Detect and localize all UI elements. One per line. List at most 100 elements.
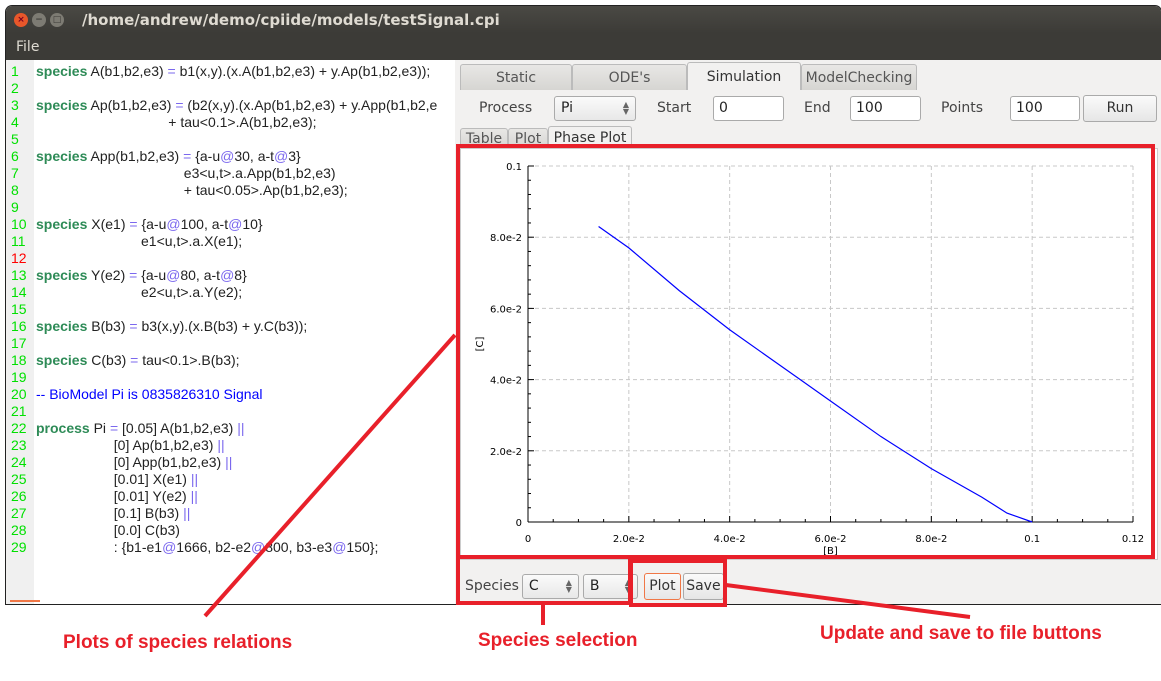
x-tick-label: 0 — [525, 534, 531, 545]
code-line[interactable]: 7 e3<u,t>.a.App(b1,b2,e3) — [8, 165, 455, 182]
tab-plot[interactable]: Plot — [508, 128, 548, 149]
end-input[interactable]: 100 — [850, 95, 921, 121]
code-line[interactable]: 20 -- BioModel Pi is 0835826310 Signal — [8, 386, 455, 403]
code-line[interactable]: 22 process Pi = [0.05] A(b1,b2,e3) || — [8, 420, 455, 437]
y-tick-label: 6.0e-2 — [490, 304, 522, 315]
minimize-window-button[interactable]: − — [32, 12, 46, 27]
code-line[interactable]: 3 species Ap(b1,b2,e3) = (b2(x,y).(x.Ap(b… — [8, 97, 455, 114]
tab-static[interactable]: Static — [460, 64, 572, 90]
code-token-at: @ — [228, 216, 243, 232]
phase-plot-chart: 0 2.0e-2 4.0e-2 6.0e-2 8.0e-2 0.1 0.12 0 2.0e-2 4… — [475, 162, 1144, 557]
code-line[interactable]: 24 [0] App(b1,b2,e3) || — [8, 454, 455, 471]
code-token-n: : {b1-e1 — [36, 539, 163, 555]
code-text: species X(e1) = {a-u@100, a-t@10} — [34, 216, 263, 233]
tab-phase-plot[interactable]: Phase Plot — [548, 126, 632, 149]
code-text: [0] App(b1,b2,e3) || — [34, 454, 233, 471]
code-text: species Y(e2) = {a-u@80, a-t@8} — [34, 267, 247, 284]
tab-modelchecking[interactable]: ModelChecking — [801, 64, 917, 90]
code-line[interactable]: 5 — [8, 131, 455, 148]
menu-file[interactable]: File — [16, 39, 39, 55]
code-line[interactable]: 23 [0] Ap(b1,b2,e3) || — [8, 437, 455, 454]
code-line[interactable]: 9 — [8, 199, 455, 216]
code-line[interactable]: 17 — [8, 335, 455, 352]
code-token-at: @ — [166, 267, 181, 283]
y-tick-label: 0 — [516, 518, 522, 529]
code-line[interactable]: 26 [0.01] Y(e2) || — [8, 488, 455, 505]
code-token-n: 150}; — [346, 539, 379, 555]
code-editor[interactable]: 1 species A(b1,b2,e3) = b1(x,y).(x.A(b1,b… — [8, 60, 455, 604]
maximize-window-button[interactable]: □ — [50, 12, 64, 27]
code-line[interactable]: 29 : {b1-e1@1666, b2-e2@800, b3-e3@150}; — [8, 539, 455, 556]
close-window-button[interactable]: × — [14, 12, 28, 27]
code-token-n: {a-u — [137, 216, 167, 232]
line-number: 15 — [11, 301, 27, 317]
code-line[interactable]: 4 + tau<0.1>.A(b1,b2,e3); — [8, 114, 455, 131]
plot-button[interactable]: Plot — [643, 572, 681, 600]
analysis-panel: Static ODE's Simulation ModelChecking Pr… — [458, 60, 1161, 604]
code-line[interactable]: 18 species C(b3) = tau<0.1>.B(b3); — [8, 352, 455, 369]
x-tick-label: 2.0e-2 — [613, 534, 645, 545]
code-token-n: 80, a-t — [180, 267, 221, 283]
end-label: End — [804, 100, 831, 116]
code-line[interactable]: 1 species A(b1,b2,e3) = b1(x,y).(x.A(b1,b… — [8, 63, 455, 80]
menu-bar: File — [6, 33, 1161, 60]
code-token-n: 100, a-t — [180, 216, 229, 232]
code-token-n: [0.0] C(b3) — [36, 522, 180, 538]
code-line[interactable]: 10 species X(e1) = {a-u@100, a-t@10} — [8, 216, 455, 233]
code-token-n: {a-u — [137, 267, 167, 283]
save-button[interactable]: Save — [682, 572, 724, 600]
code-line[interactable]: 14 e2<u,t>.a.Y(e2); — [8, 284, 455, 301]
points-input[interactable]: 100 — [1010, 95, 1080, 121]
code-token-n: b1(x,y).(x.A(b1,b2,e3) + y.Ap(b1,b2,e3))… — [175, 63, 431, 79]
code-line[interactable]: 25 [0.01] X(e1) || — [8, 471, 455, 488]
x-tick-label: 6.0e-2 — [814, 534, 846, 545]
tab-table[interactable]: Table — [460, 128, 508, 149]
code-line[interactable]: 21 — [8, 403, 455, 420]
process-select[interactable]: Pi ▲ ▼ — [554, 95, 636, 121]
code-token-n: Y(e2) — [87, 267, 130, 283]
code-line[interactable]: 6 species App(b1,b2,e3) = {a-u@30, a-t@3} — [8, 148, 455, 165]
code-line[interactable]: 16 species B(b3) = b3(x,y).(x.B(b3) + y.C… — [8, 318, 455, 335]
tab-simulation[interactable]: Simulation — [687, 62, 801, 90]
line-number: 17 — [11, 335, 27, 351]
start-input[interactable]: 0 — [713, 95, 784, 121]
code-line[interactable]: 28 [0.0] C(b3) — [8, 522, 455, 539]
species-x-select[interactable]: B ▲ ▼ — [582, 573, 638, 599]
simulation-controls: Process Pi ▲ ▼ Start 0 End 100 Points 100 … — [458, 92, 1161, 124]
code-line[interactable]: 11 e1<u,t>.a.X(e1); — [8, 233, 455, 250]
species-x-value: B — [589, 578, 600, 594]
code-line[interactable]: 2 — [8, 80, 455, 97]
line-number: 23 — [11, 437, 27, 453]
code-line[interactable]: 12 — [8, 250, 455, 267]
run-button[interactable]: Run — [1083, 94, 1157, 122]
line-number: 10 — [11, 216, 27, 232]
scroll-indicator — [10, 600, 40, 602]
tab-odes[interactable]: ODE's — [572, 64, 687, 90]
y-tick-label: 8.0e-2 — [490, 233, 522, 244]
spinner-arrows-icon: ▲ ▼ — [565, 578, 572, 594]
app-window: × − □ /home/andrew/demo/cpiide/models/te… — [6, 6, 1161, 604]
code-line[interactable]: 13 species Y(e2) = {a-u@80, a-t@8} — [8, 267, 455, 284]
code-text: -- BioModel Pi is 0835826310 Signal — [34, 386, 262, 403]
line-number: 29 — [11, 539, 27, 555]
code-token-kw: species — [36, 352, 88, 368]
code-text: species B(b3) = b3(x,y).(x.B(b3) + y.C(b… — [34, 318, 307, 335]
code-text: + tau<0.05>.Ap(b1,b2,e3); — [34, 182, 348, 199]
code-line[interactable]: 8 + tau<0.05>.Ap(b1,b2,e3); — [8, 182, 455, 199]
x-tick-label: 0.1 — [1024, 534, 1040, 545]
result-tabs: Table Plot Phase Plot — [460, 126, 632, 149]
species-y-select[interactable]: C ▲ ▼ — [521, 573, 579, 599]
code-line[interactable]: 27 [0.1] B(b3) || — [8, 505, 455, 522]
code-token-cm: -- BioModel Pi is 0835826310 Signal — [36, 386, 263, 402]
code-line[interactable]: 19 — [8, 369, 455, 386]
line-number: 3 — [11, 97, 19, 113]
code-token-n: Pi — [89, 420, 110, 436]
code-text: [0.01] Y(e2) || — [34, 488, 198, 505]
code-token-op: = — [167, 63, 176, 79]
code-line[interactable]: 15 — [8, 301, 455, 318]
code-token-n: e3<u,t>.a.App(b1,b2,e3) — [36, 165, 336, 181]
code-token-op: || — [225, 454, 233, 470]
